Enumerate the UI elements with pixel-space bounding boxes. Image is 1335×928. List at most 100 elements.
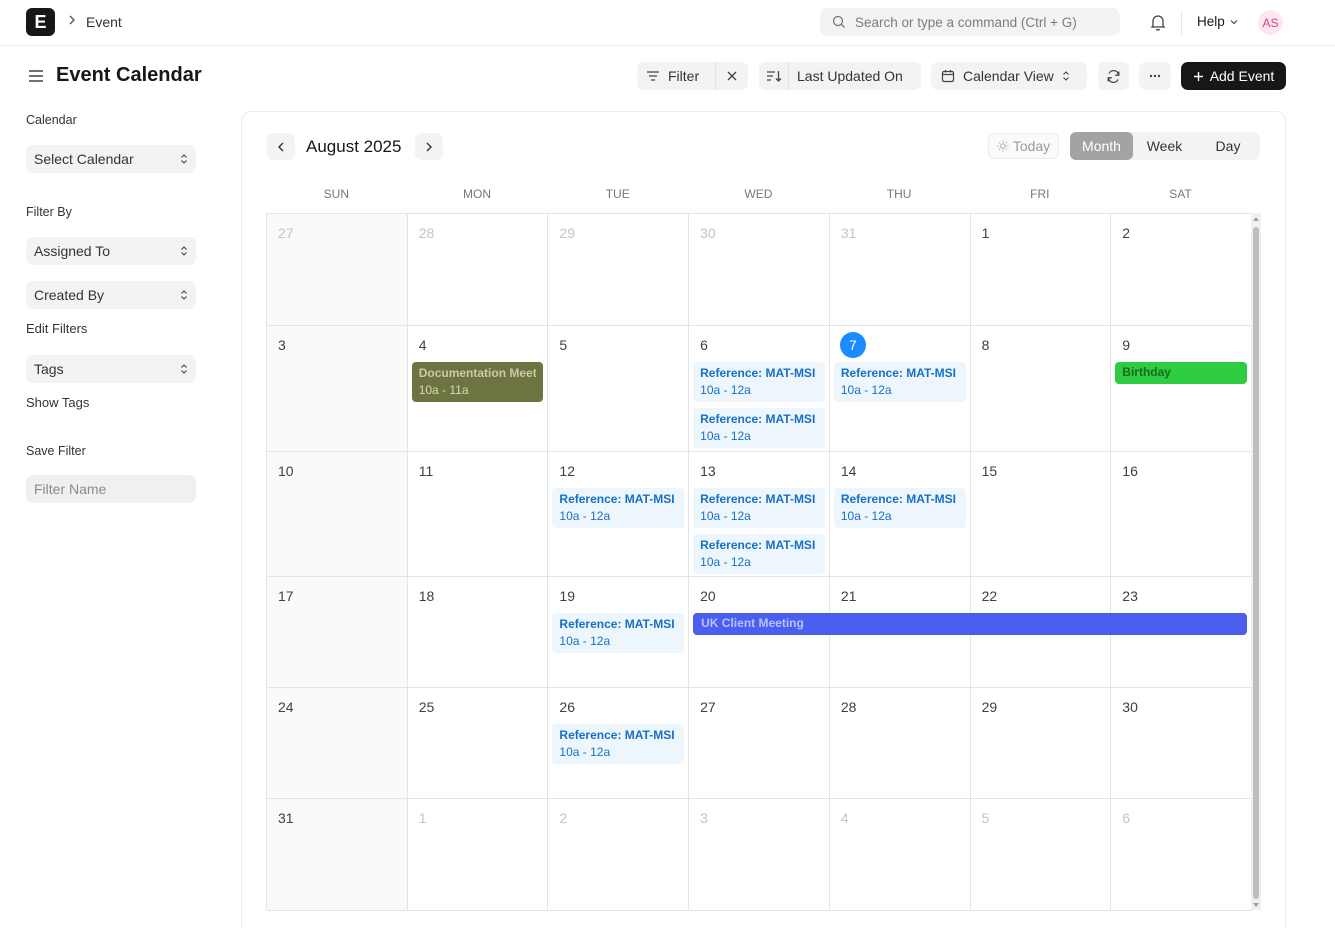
breadcrumb-event[interactable]: Event [86,14,122,30]
calendar-event[interactable]: Reference: MAT-MSI 10a - 12a [552,724,685,764]
calendar-event[interactable]: Reference: MAT-MSI 10a - 12a [833,488,966,528]
calendar-event[interactable]: Reference: MAT-MSI 10a - 12a [833,362,966,402]
day-cell[interactable]: 15 [971,452,1112,576]
day-cell[interactable]: 10 [267,452,408,576]
edit-filters-link[interactable]: Edit Filters [26,321,87,336]
tab-day[interactable]: Day [1196,132,1260,160]
view-switcher-button[interactable]: Calendar View [931,62,1087,90]
calendar-event[interactable]: Birthday [1115,362,1247,384]
today-date-number[interactable]: 7 [839,332,866,358]
day-cell[interactable]: 28 [830,688,971,798]
day-cell[interactable]: 24 [267,688,408,798]
date-number[interactable]: 21 [841,588,857,604]
date-number[interactable]: 5 [559,337,567,353]
tags-dropdown[interactable]: Tags [26,355,196,383]
calendar-event[interactable]: Reference: MAT-MSI 10a - 12a [693,488,825,528]
search-bar[interactable]: Search or type a command (Ctrl + G) [820,8,1120,36]
calendar-event[interactable]: Reference: MAT-MSI 10a - 12a [552,613,685,653]
day-cell[interactable]: 25 [408,688,549,798]
date-number[interactable]: 30 [1122,699,1138,715]
prev-month-button[interactable] [267,133,295,160]
date-number[interactable]: 10 [278,463,294,479]
date-number[interactable]: 1 [982,225,990,241]
day-cell[interactable]: 30 [1111,688,1252,798]
date-number[interactable]: 22 [982,588,998,604]
calendar-scrollbar[interactable] [1251,213,1261,910]
clear-filter-button[interactable] [716,71,748,81]
date-number[interactable]: 6 [1122,810,1130,826]
date-number[interactable]: 9 [1122,337,1130,353]
date-number[interactable]: 23 [1122,588,1138,604]
day-cell[interactable]: 8 [971,326,1112,451]
day-cell[interactable]: 1 [408,799,549,910]
today-button[interactable]: Today [988,133,1059,159]
scroll-down-arrow[interactable] [1253,903,1259,907]
calendar-event[interactable]: UK Client Meeting [693,613,1247,635]
add-event-button[interactable]: Add Event [1181,62,1286,90]
date-number[interactable]: 12 [559,463,575,479]
day-cell[interactable]: 2 [1111,214,1252,325]
day-cell[interactable]: 5 [971,799,1112,910]
date-number[interactable]: 19 [559,588,575,604]
scroll-up-arrow[interactable] [1253,217,1259,221]
date-number[interactable]: 27 [700,699,716,715]
day-cell[interactable]: 9 [1111,326,1252,451]
date-number[interactable]: 26 [559,699,575,715]
calendar-event[interactable]: Reference: MAT-MSI 10a - 12a [552,488,685,528]
date-number[interactable]: 20 [700,588,716,604]
filter-button[interactable]: Filter [637,62,716,90]
date-number[interactable]: 3 [278,337,286,353]
date-number[interactable]: 15 [982,463,998,479]
date-number[interactable]: 6 [700,337,708,353]
day-cell[interactable]: 3 [267,326,408,451]
scroll-thumb[interactable] [1253,227,1259,899]
created-by-dropdown[interactable]: Created By [26,281,196,309]
date-number[interactable]: 29 [982,699,998,715]
assigned-to-dropdown[interactable]: Assigned To [26,237,196,265]
day-cell[interactable]: 29 [971,688,1112,798]
show-tags-link[interactable]: Show Tags [26,395,89,410]
notification-bell-icon[interactable] [1149,13,1167,34]
date-number[interactable]: 24 [278,699,294,715]
date-number[interactable]: 17 [278,588,294,604]
day-cell[interactable]: 28 [408,214,549,325]
user-avatar[interactable]: AS [1258,10,1283,35]
date-number[interactable]: 11 [419,463,434,479]
tab-week[interactable]: Week [1133,132,1196,160]
date-number[interactable]: 2 [1122,225,1130,241]
tab-month[interactable]: Month [1070,132,1133,160]
date-number[interactable]: 28 [841,699,857,715]
day-cell[interactable]: 17 [267,577,408,687]
date-number[interactable]: 31 [841,225,857,241]
date-number[interactable]: 25 [419,699,435,715]
day-cell[interactable]: 4 [830,799,971,910]
day-cell[interactable]: 31 [267,799,408,910]
date-number[interactable]: 1 [419,810,427,826]
help-dropdown[interactable]: Help [1197,14,1239,29]
sidebar-toggle-icon[interactable] [28,68,44,87]
day-cell[interactable]: 6 [1111,799,1252,910]
calendar-event[interactable]: Reference: MAT-MSI 10a - 12a [693,408,825,448]
date-number[interactable]: 4 [841,810,849,826]
calendar-event[interactable]: Documentation Meeting 10a - 11a [411,362,544,402]
more-actions-button[interactable] [1139,62,1171,90]
calendar-event[interactable]: Reference: MAT-MSI 10a - 12a [693,362,825,402]
date-number[interactable]: 18 [419,588,435,604]
day-cell[interactable]: 27 [267,214,408,325]
day-cell[interactable]: 2 [548,799,690,910]
date-number[interactable]: 28 [419,225,435,241]
date-number[interactable]: 14 [841,463,857,479]
day-cell[interactable]: 31 [830,214,971,325]
day-cell[interactable]: 27 [689,688,830,798]
select-calendar-dropdown[interactable]: Select Calendar [26,145,196,173]
day-cell[interactable]: 3 [689,799,830,910]
day-cell[interactable]: 30 [689,214,830,325]
sort-field-button[interactable]: Last Updated On [789,68,903,84]
date-number[interactable]: 3 [700,810,708,826]
day-cell[interactable]: 5 [548,326,690,451]
day-cell[interactable]: 18 [408,577,549,687]
date-number[interactable]: 16 [1122,463,1138,479]
date-number[interactable]: 2 [559,810,567,826]
date-number[interactable]: 4 [419,337,427,353]
refresh-button[interactable] [1098,62,1129,90]
